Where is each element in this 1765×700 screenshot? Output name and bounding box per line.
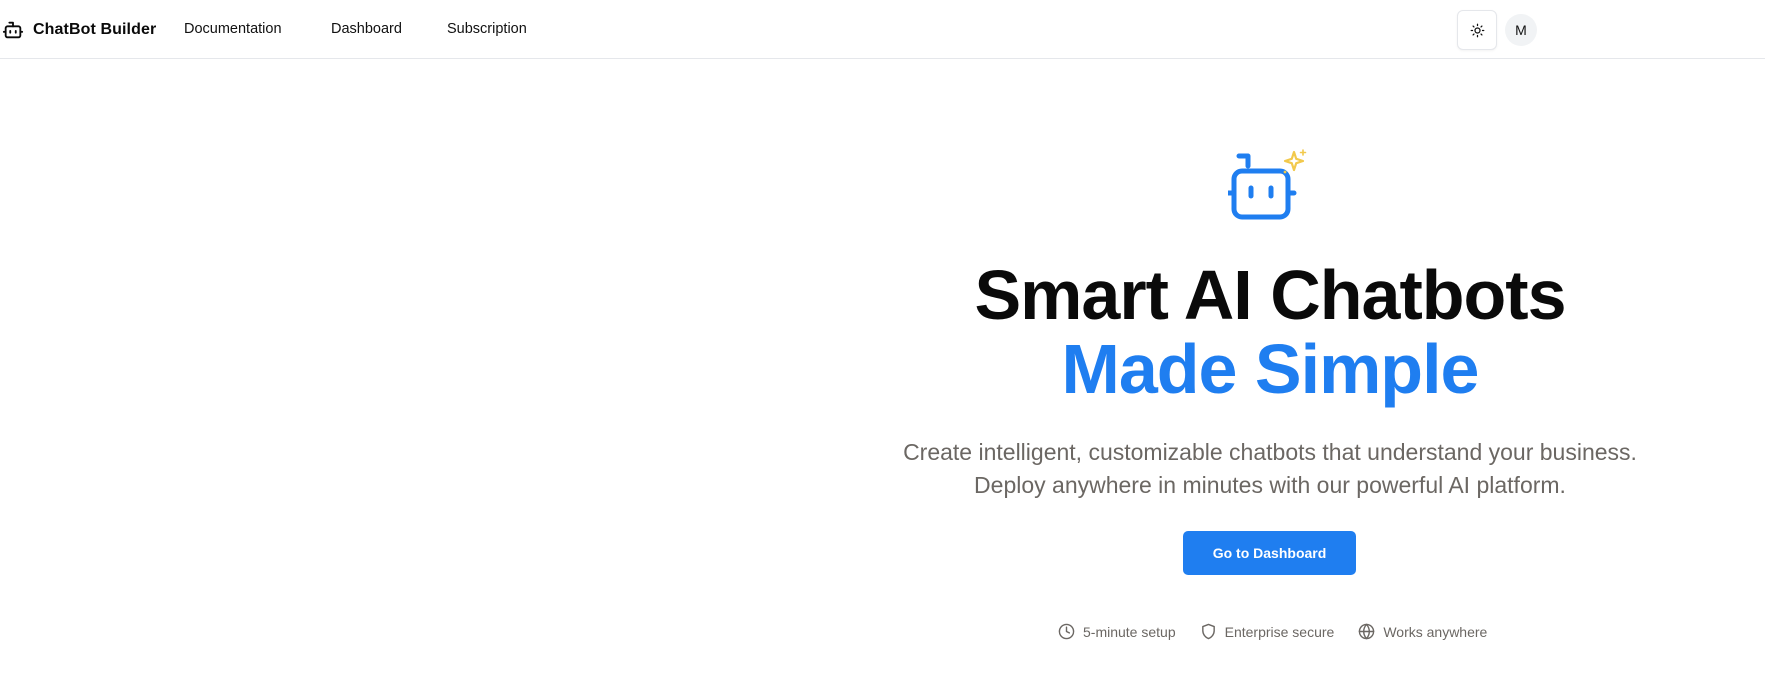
brand-logo-link[interactable]: ChatBot Builder [2,19,156,41]
go-to-dashboard-button[interactable]: Go to Dashboard [1183,531,1356,575]
top-navbar: ChatBot Builder Documentation Dashboard … [0,0,1765,59]
nav-link-dashboard[interactable]: Dashboard [331,21,402,37]
feature-label: Enterprise secure [1224,623,1335,640]
shield-icon [1201,623,1215,640]
hero-title-line2-accent: Made Simple [1061,330,1480,408]
clock-icon [1058,623,1075,640]
feature-item-secure: Enterprise secure [1200,623,1335,640]
hero-title-line1: Smart AI Chatbots [974,256,1566,334]
feature-list: 5-minute setup Enterprise secure Works a… [1058,623,1487,640]
hero-subtitle-line1: Create intelligent, customizable chatbot… [903,439,1637,465]
bot-sparkle-icon [1228,149,1307,220]
feature-label: Works anywhere [1383,623,1488,640]
brand-name: ChatBot Builder [33,21,157,38]
feature-item-setup: 5-minute setup [1058,623,1176,640]
user-avatar[interactable]: M [1505,14,1537,46]
nav-link-documentation[interactable]: Documentation [184,21,282,37]
theme-toggle-button[interactable] [1457,10,1497,50]
sun-icon [1470,23,1484,37]
bot-icon [2,21,24,39]
feature-item-anywhere: Works anywhere [1358,623,1487,640]
hero-subtitle-line2: Deploy anywhere in minutes with our powe… [974,472,1566,498]
nav-link-subscription[interactable]: Subscription [447,21,527,37]
globe-icon [1359,623,1375,640]
hero-title: Smart AI Chatbots Made Simple [0,258,1765,406]
hero-subtitle: Create intelligent, customizable chatbot… [0,436,1765,502]
feature-label: 5-minute setup [1083,623,1176,640]
